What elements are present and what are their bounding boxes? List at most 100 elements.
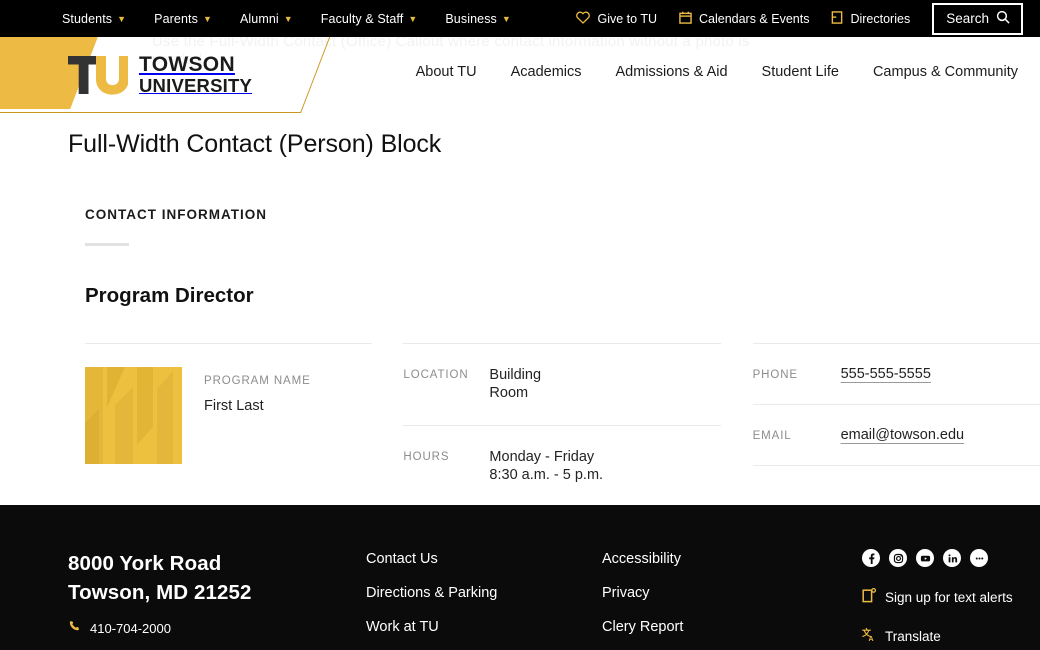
program-name-field: PROGRAM NAME First Last — [204, 367, 311, 464]
footer-link-directions-parking[interactable]: Directions & Parking — [366, 585, 497, 601]
email-value-link[interactable]: email@towson.edu — [841, 427, 965, 443]
search-button-label: Search — [946, 10, 989, 26]
site-footer: 8000 York Road Towson, MD 21252 410-704-… — [0, 505, 1040, 650]
footer-phone-link[interactable]: 410-704-2000 — [68, 620, 252, 636]
utility-bar: Students ▼ Parents ▼ Alumni ▼ Faculty & … — [0, 0, 1040, 37]
photo-row: PROGRAM NAME First Last — [85, 344, 372, 464]
tu-logo-icon — [66, 54, 129, 96]
phone-value-link[interactable]: 555-555-5555 — [841, 366, 931, 382]
calendar-icon — [679, 11, 692, 27]
chevron-down-icon: ▼ — [408, 14, 418, 24]
nav-item-student-life[interactable]: Student Life — [762, 64, 839, 80]
book-icon — [831, 10, 843, 27]
utility-menu-business[interactable]: Business ▼ — [445, 12, 511, 26]
give-to-tu-label: Give to TU — [597, 11, 657, 26]
directories-link[interactable]: Directories — [831, 10, 911, 27]
search-icon — [996, 10, 1010, 27]
instagram-icon[interactable] — [889, 549, 907, 567]
chevron-down-icon: ▼ — [117, 14, 127, 24]
directories-label: Directories — [850, 11, 911, 26]
linkedin-icon[interactable] — [943, 549, 961, 567]
contact-person-title: Program Director — [85, 284, 254, 307]
location-value-line2: Room — [489, 385, 529, 402]
section-heading-divider — [85, 243, 129, 246]
contact-column-photo: PROGRAM NAME First Last — [85, 343, 373, 508]
footer-link-clery-report[interactable]: Clery Report — [602, 619, 683, 635]
search-button[interactable]: Search — [932, 2, 1023, 35]
calendars-events-label: Calendars & Events — [698, 11, 810, 26]
utility-menu-alumni[interactable]: Alumni ▼ — [240, 12, 293, 26]
heart-icon — [576, 11, 591, 27]
utility-menu-label: Students — [62, 11, 113, 26]
location-value-line1: Building — [489, 367, 542, 383]
tu-logo-link[interactable]: TOWSON UNIVERSITY — [66, 54, 252, 96]
translate-link[interactable]: 文A Translate — [861, 627, 1013, 645]
hours-value-line1: Monday - Friday — [489, 448, 595, 465]
text-alerts-label: Sign up for text alerts — [885, 589, 1013, 605]
main-content: Full-Width Contact (Person) Block CONTAC… — [0, 113, 1040, 508]
contact-column-details: LOCATION Building Room HOURS Monday - Fr… — [403, 343, 721, 508]
audience-menu-group: Students ▼ Parents ▼ Alumni ▼ Faculty & … — [62, 12, 511, 26]
email-field: EMAIL email@towson.edu — [753, 405, 1040, 465]
footer-link-privacy[interactable]: Privacy — [602, 585, 683, 601]
calendars-events-link[interactable]: Calendars & Events — [679, 11, 809, 27]
hours-value-line2: 8:30 a.m. - 5 p.m. — [489, 467, 604, 484]
more-icon[interactable] — [970, 549, 988, 567]
svg-text:A: A — [869, 636, 874, 642]
contact-columns: PROGRAM NAME First Last LOCATION Buildin… — [0, 343, 1040, 508]
footer-link-contact-us[interactable]: Contact Us — [366, 551, 497, 567]
phone-label: PHONE — [752, 369, 798, 381]
chevron-down-icon: ▼ — [283, 14, 293, 24]
contact-photo-placeholder — [85, 367, 182, 464]
footer-phone-number: 410-704-2000 — [90, 620, 171, 636]
nav-item-admissions-aid[interactable]: Admissions & Aid — [616, 64, 728, 80]
address-line-1: 8000 York Road — [68, 552, 222, 575]
utility-menu-label: Faculty & Staff — [320, 11, 404, 26]
utility-menu-label: Business — [445, 11, 497, 26]
phone-icon — [68, 620, 81, 636]
utility-menu-parents[interactable]: Parents ▼ — [154, 12, 212, 26]
page-title: Full-Width Contact (Person) Block — [68, 130, 442, 158]
nav-item-academics[interactable]: Academics — [511, 64, 582, 80]
utility-links-group: Give to TU Calendars & Events Directorie… — [576, 2, 1023, 35]
location-field: LOCATION Building Room — [403, 344, 720, 425]
chevron-down-icon: ▼ — [202, 14, 212, 24]
hours-label: HOURS — [403, 450, 450, 463]
footer-social-and-actions: Sign up for text alerts 文A Translate — [861, 549, 1013, 645]
youtube-icon[interactable] — [916, 549, 934, 567]
chevron-down-icon: ▼ — [501, 14, 511, 24]
tu-logo-wordmark: TOWSON UNIVERSITY — [139, 54, 252, 95]
footer-address: 8000 York Road Towson, MD 21252 410-704-… — [68, 549, 252, 636]
logo-line-2: UNIVERSITY — [139, 75, 253, 97]
text-alerts-link[interactable]: Sign up for text alerts — [862, 587, 1013, 606]
utility-menu-faculty-staff[interactable]: Faculty & Staff ▼ — [321, 12, 418, 26]
hours-value: Monday - Friday 8:30 a.m. - 5 p.m. — [489, 448, 603, 485]
translate-label: Translate — [885, 628, 941, 644]
translate-icon: 文A — [861, 627, 876, 645]
email-label: EMAIL — [752, 430, 792, 442]
utility-menu-label: Parents — [154, 11, 198, 26]
nav-item-campus-community[interactable]: Campus & Community — [873, 64, 1018, 80]
contact-column-reach: PHONE 555-555-5555 EMAIL email@towson.ed… — [752, 343, 1040, 508]
main-navigation: About TU Academics Admissions & Aid Stud… — [416, 64, 1018, 80]
phone-field: PHONE 555-555-5555 — [753, 344, 1040, 404]
footer-link-accessibility[interactable]: Accessibility — [602, 551, 683, 567]
program-name-value: First Last — [204, 398, 264, 414]
page-root: Students ▼ Parents ▼ Alumni ▼ Faculty & … — [0, 0, 1040, 650]
footer-link-work-at-tu[interactable]: Work at TU — [366, 619, 497, 635]
logo-line-1: TOWSON — [139, 53, 235, 77]
location-label: LOCATION — [403, 369, 469, 381]
mobile-alert-icon — [862, 587, 877, 606]
location-value: Building Room — [489, 366, 541, 403]
footer-links-column-2: Accessibility Privacy Clery Report — [602, 551, 683, 650]
utility-menu-label: Alumni — [239, 11, 279, 26]
social-links — [862, 549, 1013, 567]
utility-menu-students[interactable]: Students ▼ — [62, 12, 126, 26]
give-to-tu-link[interactable]: Give to TU — [576, 11, 657, 27]
row-divider — [752, 465, 1040, 466]
facebook-icon[interactable] — [862, 549, 880, 567]
nav-item-about-tu[interactable]: About TU — [416, 64, 477, 80]
hours-field: HOURS Monday - Friday 8:30 a.m. - 5 p.m. — [403, 426, 720, 507]
section-heading: CONTACT INFORMATION — [85, 207, 267, 222]
address-line-2: Towson, MD 21252 — [68, 581, 252, 605]
